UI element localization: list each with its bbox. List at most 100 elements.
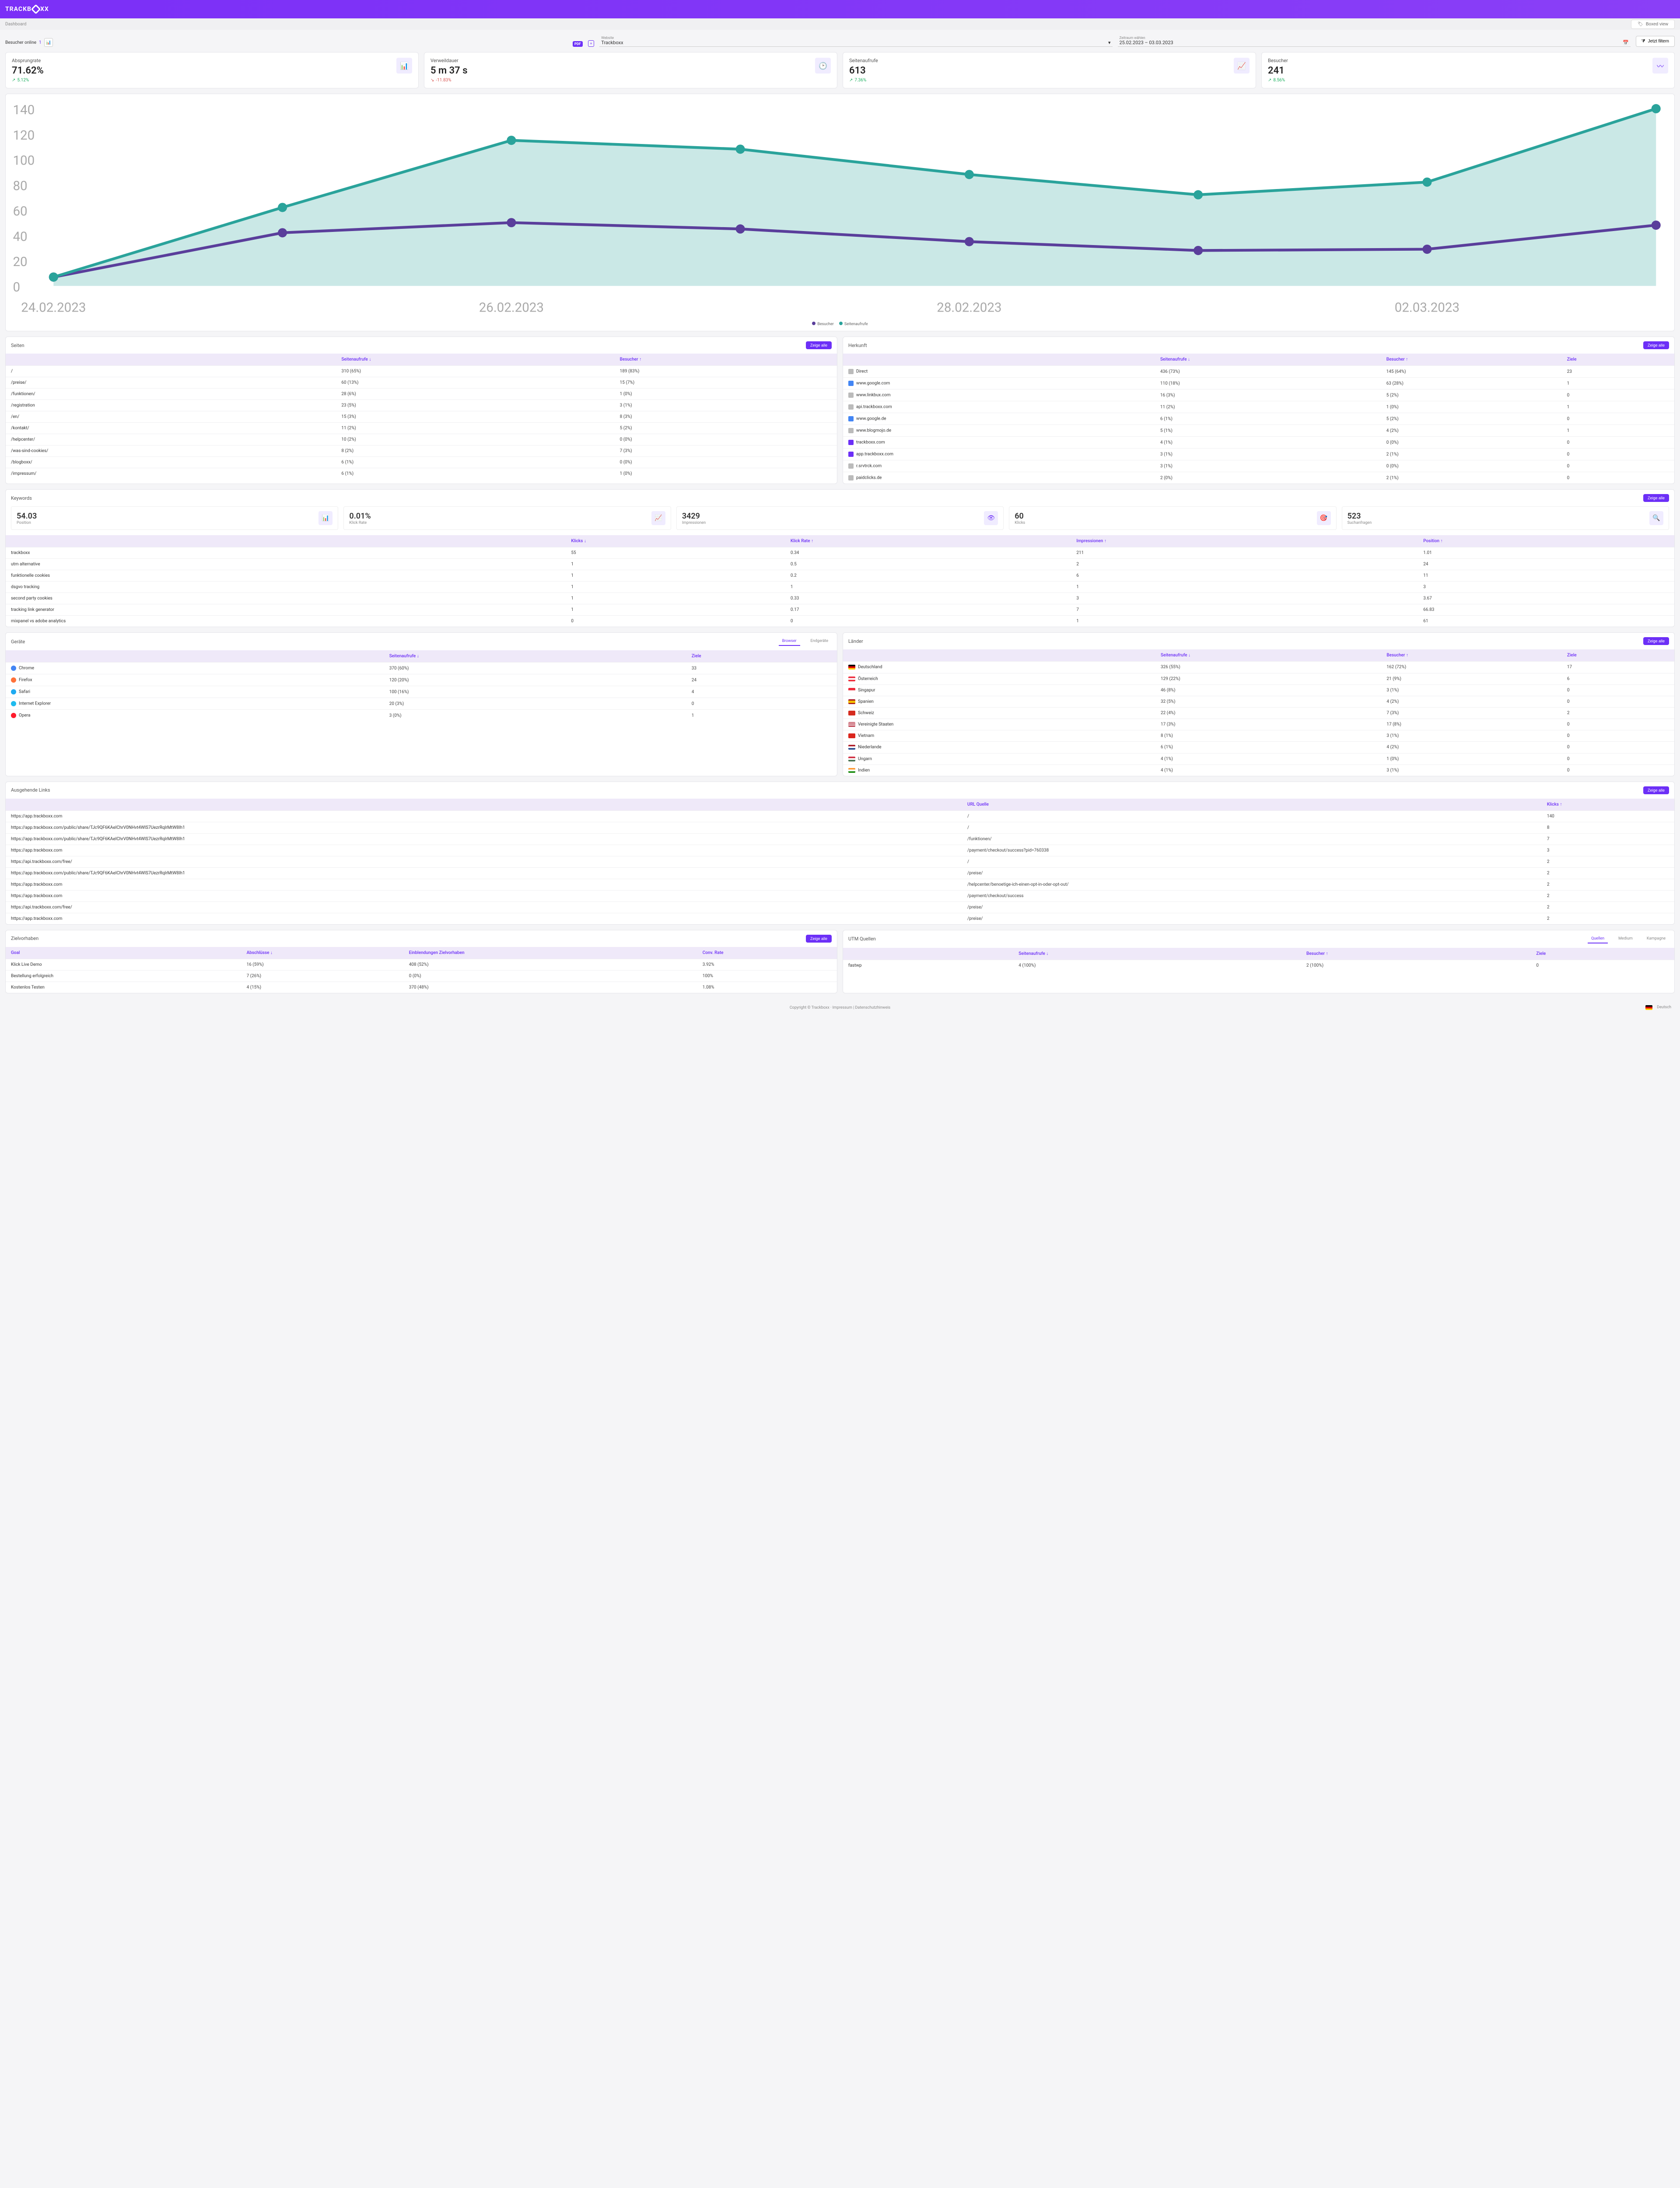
column-header[interactable]: Impressionen ↑ — [1071, 535, 1418, 547]
column-header[interactable]: Seitenaufrufe ↓ — [1155, 649, 1381, 662]
table-row[interactable]: Safari 100 (16%)4 — [6, 686, 837, 698]
table-row[interactable]: https://api.trackboxx.com/free//2 — [6, 856, 1674, 867]
column-header[interactable]: Einblendungen Zielvorhaben — [404, 947, 697, 959]
column-header[interactable] — [843, 948, 1013, 960]
table-row[interactable]: Spanien 32 (5%)4 (2%)0 — [843, 696, 1674, 707]
column-header[interactable] — [6, 354, 336, 366]
tab-medium[interactable]: Medium — [1615, 935, 1636, 943]
column-header[interactable] — [843, 354, 1155, 366]
show-all-button[interactable]: Zeige alle — [1643, 494, 1669, 502]
column-header[interactable]: Conv. Rate — [697, 947, 837, 959]
kpi-icon[interactable]: 📈 — [1234, 58, 1250, 74]
table-row[interactable]: Niederlande 6 (1%)4 (2%)0 — [843, 742, 1674, 753]
table-row[interactable]: dsgvo tracking1113 — [6, 582, 1674, 593]
table-row[interactable]: Opera 3 (0%)1 — [6, 710, 837, 722]
table-row[interactable]: r.srvtrck.com 3 (1%)0 (0%)0 — [843, 460, 1674, 472]
kpi-icon[interactable]: 📊 — [396, 58, 412, 74]
boxed-view-toggle[interactable]: 🏷 Boxed view — [1631, 20, 1675, 29]
table-row[interactable]: funktionelle cookies10.2611 — [6, 570, 1674, 582]
filter-button[interactable]: ⧩ Jetzt filtern — [1636, 36, 1675, 47]
table-row[interactable]: https://app.trackboxx.com/public/share/T… — [6, 867, 1674, 879]
show-all-button[interactable]: Zeige alle — [1643, 786, 1669, 794]
table-row[interactable]: trackboxx.com 4 (1%)0 (0%)0 — [843, 437, 1674, 449]
table-row[interactable]: app.trackboxx.com 3 (1%)2 (1%)0 — [843, 449, 1674, 460]
table-row[interactable]: /registration23 (5%)3 (1%) — [6, 400, 837, 411]
table-row[interactable]: www.linkbux.com 16 (3%)5 (2%)0 — [843, 389, 1674, 401]
table-row[interactable]: Vietnam 8 (1%)3 (1%)0 — [843, 730, 1674, 742]
table-row[interactable]: Schweiz 22 (4%)7 (3%)2 — [843, 707, 1674, 719]
table-row[interactable]: /en/15 (3%)8 (3%) — [6, 411, 837, 423]
table-row[interactable]: Kostenlos Testen4 (15%)370 (48%)1.08% — [6, 982, 837, 993]
privacy-link[interactable]: Datenschutzhinweis — [855, 1006, 891, 1010]
table-row[interactable]: https://app.trackboxx.com/public/share/T… — [6, 833, 1674, 845]
table-row[interactable]: /was-sind-cookies/8 (2%)7 (3%) — [6, 445, 837, 457]
table-row[interactable]: Direct 436 (73%)145 (64%)23 — [843, 366, 1674, 378]
imprint-link[interactable]: Impressum — [833, 1006, 852, 1010]
table-row[interactable]: /kontakt/11 (2%)5 (2%) — [6, 423, 837, 434]
table-row[interactable]: trackboxx550.342111.01 — [6, 547, 1674, 559]
table-row[interactable]: Klick Live Demo16 (59%)408 (52%)3.92% — [6, 959, 837, 970]
column-header[interactable]: Goal — [6, 947, 242, 959]
pdf-export-button[interactable]: PDF — [573, 41, 583, 47]
table-row[interactable]: Singapur 46 (8%)3 (1%)0 — [843, 684, 1674, 696]
table-row[interactable]: Chrome 370 (60%)33 — [6, 663, 837, 674]
tab-quellen[interactable]: Quellen — [1588, 935, 1608, 943]
show-all-button[interactable]: Zeige alle — [1643, 341, 1669, 349]
table-row[interactable]: https://app.trackboxx.com/preise/2 — [6, 913, 1674, 924]
table-row[interactable]: https://app.trackboxx.com/public/share/T… — [6, 822, 1674, 833]
table-row[interactable]: /impressum/6 (1%)1 (0%) — [6, 468, 837, 480]
column-header[interactable]: Position ↑ — [1418, 535, 1674, 547]
column-header[interactable]: Seitenaufrufe ↓ — [384, 650, 686, 663]
column-header[interactable]: Seitenaufrufe ↓ — [336, 354, 614, 366]
tab-kampagne[interactable]: Kampagne — [1643, 935, 1669, 943]
table-row[interactable]: Österreich 129 (22%)21 (9%)6 — [843, 673, 1674, 684]
legend-item[interactable]: Seitenaufrufe — [839, 322, 868, 326]
table-row[interactable]: https://app.trackboxx.com/payment/checko… — [6, 845, 1674, 856]
table-row[interactable]: www.blogmojo.de 5 (1%)4 (2%)1 — [843, 425, 1674, 437]
language-switch[interactable]: Deutsch — [1645, 1005, 1671, 1010]
table-row[interactable]: /blogboxx/6 (1%)0 (0%) — [6, 457, 837, 468]
table-row[interactable]: Deutschland 326 (55%)162 (72%)17 — [843, 662, 1674, 673]
date-range-select[interactable]: Zeitraum wählen 25.02.2023 – 03.03.2023📅 — [1118, 35, 1631, 47]
column-header[interactable]: Seitenaufrufe ↓ — [1155, 354, 1381, 366]
table-row[interactable]: /helpcenter/10 (2%)0 (0%) — [6, 434, 837, 445]
column-header[interactable]: Ziele — [1562, 354, 1674, 366]
column-header[interactable] — [6, 650, 384, 663]
legend-item[interactable]: Besucher — [812, 322, 833, 326]
kpi-icon[interactable]: 〰 — [1652, 58, 1668, 74]
table-row[interactable]: Vereinigte Staaten 17 (3%)17 (8%)0 — [843, 719, 1674, 730]
table-row[interactable]: api.trackboxx.com 11 (2%)1 (0%)1 — [843, 401, 1674, 413]
column-header[interactable]: Ziele — [1562, 649, 1674, 662]
table-row[interactable]: fastwp4 (100%)2 (100%)0 — [843, 960, 1674, 971]
kpi-icon[interactable]: 🕑 — [815, 58, 831, 74]
table-row[interactable]: paidclicks.de 2 (0%)2 (1%)0 — [843, 472, 1674, 484]
table-row[interactable]: mixpanel vs adobe analytics00161 — [6, 616, 1674, 627]
column-header[interactable]: Ziele — [1531, 948, 1674, 960]
column-header[interactable]: Seitenaufrufe ↓ — [1013, 948, 1301, 960]
table-row[interactable]: https://app.trackboxx.com/140 — [6, 810, 1674, 822]
table-row[interactable]: Ungarn 4 (1%)1 (0%)0 — [843, 753, 1674, 764]
table-row[interactable]: /funktionen/28 (6%)1 (0%) — [6, 389, 837, 400]
show-all-button[interactable]: Zeige alle — [1643, 637, 1669, 645]
column-header[interactable] — [6, 799, 962, 811]
column-header[interactable]: Besucher ↑ — [1301, 948, 1531, 960]
column-header[interactable]: Besucher ↑ — [1381, 649, 1561, 662]
table-row[interactable]: second party cookies10.3333.67 — [6, 593, 1674, 604]
column-header[interactable]: Klicks ↑ — [1542, 799, 1674, 811]
visitors-online-chart-icon[interactable]: 📊 — [44, 38, 53, 47]
show-all-button[interactable]: Zeige alle — [806, 935, 832, 943]
list-export-button[interactable]: ≡ — [588, 40, 595, 47]
tab-endgeräte[interactable]: Endgeräte — [807, 637, 832, 646]
column-header[interactable]: Klicks ↓ — [566, 535, 785, 547]
table-row[interactable]: /preise/60 (13%)15 (7%) — [6, 377, 837, 389]
table-row[interactable]: Internet Explorer 20 (3%)0 — [6, 698, 837, 710]
website-select[interactable]: Website Trackboxx▾ — [599, 35, 1112, 47]
column-header[interactable] — [6, 535, 566, 547]
column-header[interactable]: Ziele — [686, 650, 837, 663]
table-row[interactable]: Bestellung erfolgreich7 (26%)0 (0%)100% — [6, 970, 837, 982]
table-row[interactable]: www.google.de 6 (1%)5 (2%)0 — [843, 413, 1674, 425]
tab-browser[interactable]: Browser — [779, 637, 800, 646]
column-header[interactable]: Besucher ↑ — [1381, 354, 1562, 366]
show-all-button[interactable]: Zeige alle — [806, 341, 832, 349]
table-row[interactable]: https://app.trackboxx.com/payment/checko… — [6, 890, 1674, 901]
